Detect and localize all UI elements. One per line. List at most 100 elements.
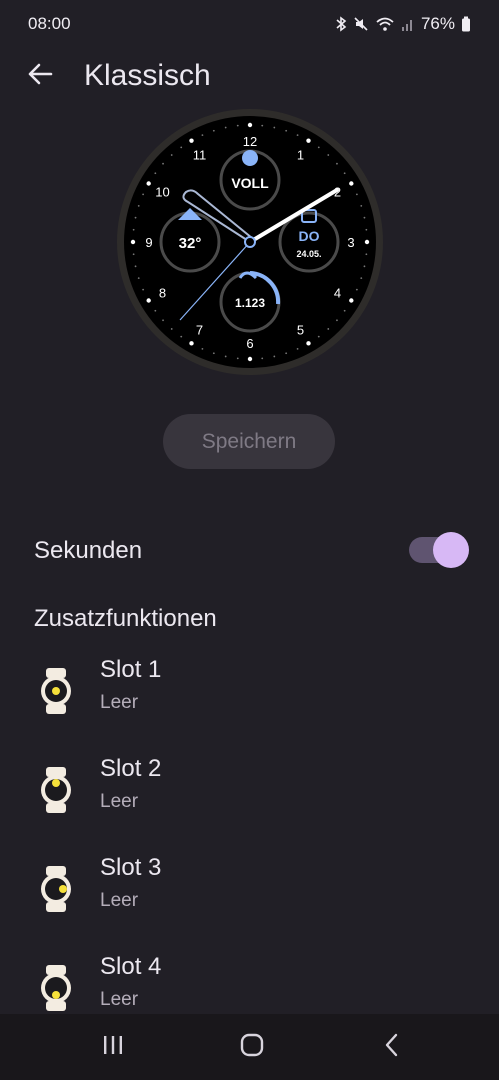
watch-numeral: 5 [297,322,304,337]
minute-tick [154,172,157,175]
status-icons: 76% [335,14,471,34]
minute-tick [363,216,366,219]
hour-tick [146,181,151,186]
hour-tick [189,341,194,346]
watch-numeral: 3 [347,235,354,250]
signal-icon [401,16,415,32]
watch-slot-icon [36,765,76,815]
minute-tick [180,146,183,149]
right-complication-day: DO [299,228,320,244]
recents-button[interactable] [93,1030,133,1064]
slot-name: Slot 1 [100,656,162,683]
watch-numeral: 4 [334,286,341,301]
minute-tick [343,172,346,175]
minute-tick [285,352,288,355]
minute-tick [336,319,338,322]
page-title: Klassisch [84,59,211,92]
minute-tick [132,228,135,231]
back-nav-button[interactable] [372,1030,412,1064]
slot-name: Slot 2 [100,755,162,782]
minute-tick [137,277,140,280]
home-button[interactable] [232,1030,272,1064]
watch-slot-icon [36,864,76,914]
system-nav-bar [0,1014,499,1080]
minute-tick [170,154,173,156]
minute-tick [355,288,358,291]
slot-item-1[interactable]: Slot 1 Leer [0,654,499,734]
minute-tick [162,319,164,322]
minute-tick [273,126,276,129]
hour-tick [189,138,194,143]
hour-tick [306,138,311,143]
bottom-complication-text: 1.123 [235,296,265,310]
minute-tick [363,265,366,268]
minute-tick [154,309,157,312]
minute-tick [317,146,320,149]
hour-tick [146,298,151,303]
minute-tick [170,328,173,330]
watch-slot-icon [36,963,76,1013]
minute-tick [142,288,145,291]
back-button[interactable] [20,56,60,96]
minute-tick [360,277,363,280]
watch-numeral: 10 [155,185,169,200]
complications-section-title: Zusatzfunktionen [34,605,217,632]
minute-tick [224,126,227,129]
bluetooth-icon [335,16,347,32]
slot-item-2[interactable]: Slot 2 Leer [0,753,499,833]
hour-tick [247,356,253,362]
watch-numeral: 12 [243,134,257,149]
slot-item-3[interactable]: Slot 3 Leer [0,852,499,932]
watch-numeral: 6 [246,336,253,351]
right-complication-date: 24.05. [296,249,321,259]
minute-tick [365,253,368,256]
hand-pivot [244,236,256,248]
mute-icon [353,16,369,32]
seconds-row[interactable]: Sekunden [0,525,499,577]
slot-name: Slot 3 [100,854,162,881]
watch-numeral: 8 [159,286,166,301]
top-complication-text: VOLL [231,175,269,191]
minute-tick [296,347,299,350]
wifi-icon [375,16,395,32]
watch-numeral: 7 [196,322,203,337]
battery-dot-icon [242,150,258,166]
seconds-toggle[interactable] [409,532,469,568]
minute-tick [212,129,215,132]
minute-tick [132,253,135,256]
minute-tick [137,204,140,207]
watch-numeral: 11 [193,148,207,163]
minute-tick [180,335,183,338]
slot-value: Leer [100,890,139,911]
app-header: Klassisch [0,48,499,100]
home-icon [240,1033,264,1062]
toggle-thumb [433,532,469,568]
recents-icon [102,1034,124,1061]
minute-tick [201,347,204,350]
hour-tick [130,239,136,245]
slot-value: Leer [100,989,139,1010]
minute-tick [327,154,330,156]
minute-tick [327,328,330,330]
minute-tick [317,335,320,338]
status-time: 08:00 [28,14,71,33]
hour-tick [364,239,370,245]
back-nav-icon [384,1033,400,1062]
watch-face-svg: 121234567891011 VOLL 32° DO 24.05. 1.123 [117,109,383,375]
battery-icon [461,16,471,32]
minute-tick [360,204,363,207]
minute-tick [336,162,338,165]
minute-tick [296,134,299,137]
watch-face-preview: 121234567891011 VOLL 32° DO 24.05. 1.123 [116,108,384,376]
slot-value: Leer [100,692,139,713]
minute-tick [365,228,368,231]
minute-tick [343,309,346,312]
minute-tick [201,134,204,137]
status-bar: 08:00 76% [0,0,499,48]
minute-tick [212,352,215,355]
save-button[interactable]: Speichern [163,414,335,469]
hour-tick [306,341,311,346]
minute-tick [273,355,276,358]
slot-value: Leer [100,791,139,812]
minute-tick [355,193,358,196]
